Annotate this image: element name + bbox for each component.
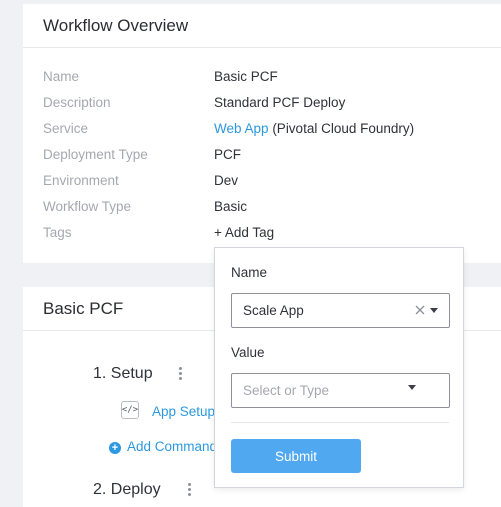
step-setup-menu-icon[interactable] [178, 367, 182, 380]
field-deployment-type-row: Deployment Type PCF [43, 147, 501, 167]
field-label: Environment [43, 173, 119, 188]
popover-divider [231, 422, 449, 423]
add-command-link[interactable]: Add Command [127, 439, 217, 454]
tag-name-label: Name [231, 265, 268, 280]
field-name-row: Name Basic PCF [43, 69, 501, 89]
field-environment-row: Environment Dev [43, 173, 501, 193]
workflow-title: Basic PCF [43, 299, 124, 318]
field-label: Deployment Type [43, 147, 148, 162]
field-value: Basic [214, 199, 248, 214]
app-setup-command-link[interactable]: App Setup [152, 404, 215, 419]
field-description-row: Description Standard PCF Deploy [43, 95, 501, 115]
tag-value-placeholder: Select or Type [243, 383, 330, 398]
field-label: Name [43, 69, 80, 84]
service-type: (Pivotal Cloud Foundry) [272, 121, 415, 136]
step-deploy-label: 2. Deploy [93, 481, 161, 498]
tag-value-label: Value [231, 345, 265, 360]
environment-link[interactable]: Dev [214, 173, 238, 188]
service-link[interactable]: Web App [214, 121, 269, 136]
field-tags-row: Tags + Add Tag [43, 225, 501, 245]
clear-icon[interactable] [413, 302, 427, 318]
field-value: Basic PCF [214, 69, 278, 84]
field-label: Service [43, 121, 89, 136]
tag-value-select[interactable]: Select or Type [231, 373, 450, 408]
code-icon: </> [121, 401, 139, 419]
field-workflow-type-row: Workflow Type Basic [43, 199, 501, 219]
step-deploy-menu-icon[interactable] [187, 483, 191, 496]
overview-divider [23, 47, 501, 48]
overview-title: Workflow Overview [43, 16, 189, 35]
workflow-overview-card: Workflow Overview Name Basic PCF Descrip… [23, 4, 501, 263]
chevron-down-icon[interactable] [430, 308, 438, 313]
chevron-down-icon[interactable] [408, 385, 416, 390]
field-value: Web App (Pivotal Cloud Foundry) [214, 121, 414, 136]
field-value: PCF [214, 147, 241, 162]
submit-button[interactable]: Submit [231, 439, 361, 473]
add-tag-popover: Name Scale App Value Select or Type Subm… [214, 247, 464, 488]
add-tag-link[interactable]: + Add Tag [214, 225, 274, 240]
field-label: Description [43, 95, 111, 110]
field-label: Tags [43, 225, 72, 240]
step-setup-label: 1. Setup [93, 365, 153, 382]
tag-name-select[interactable]: Scale App [231, 293, 450, 328]
field-value: Standard PCF Deploy [214, 95, 346, 110]
tag-name-value: Scale App [243, 303, 304, 318]
field-service-row: Service Web App (Pivotal Cloud Foundry) [43, 121, 501, 141]
field-label: Workflow Type [43, 199, 132, 214]
add-command-plus-icon[interactable]: + [109, 442, 121, 454]
